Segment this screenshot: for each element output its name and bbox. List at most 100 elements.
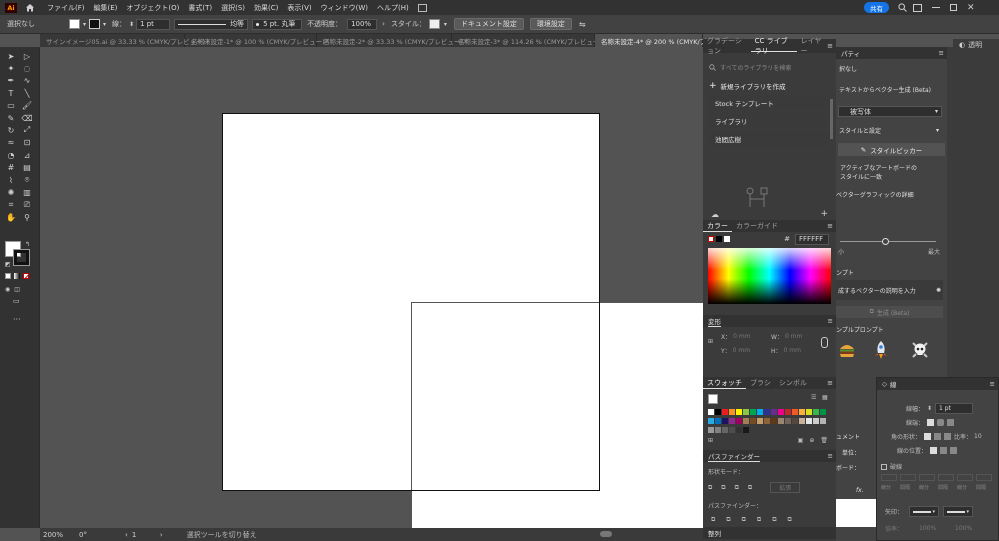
symbol-sprayer-tool-icon[interactable]: ✺ [6, 187, 16, 197]
brush-definition[interactable]: 5 pt. 丸筆 [252, 18, 303, 30]
exclude-icon[interactable]: ⧉ [748, 484, 752, 492]
color-swatch[interactable] [708, 409, 714, 415]
create-library-button[interactable]: + 新規ライブラリを作成 [709, 81, 830, 91]
variable-width-profile[interactable]: 均等 [174, 18, 249, 30]
eyedropper-tool-icon[interactable]: ⌇ [6, 175, 16, 185]
stroke-stepper-icon[interactable]: ⬍ [129, 21, 134, 28]
butt-cap-icon[interactable] [927, 419, 935, 426]
minus-front-icon[interactable]: ⧉ [721, 484, 725, 492]
free-transform-tool-icon[interactable]: ⊡ [22, 138, 32, 148]
default-colors-icon[interactable]: ◩ [5, 261, 11, 268]
stroke-color-box[interactable] [13, 249, 30, 266]
blend-tool-icon[interactable]: ⌾ [22, 175, 32, 185]
constrain-proportions-icon[interactable] [821, 337, 828, 348]
none-swatch-icon[interactable] [708, 236, 714, 242]
slice-tool-icon[interactable]: ⎚ [22, 200, 32, 210]
rectangle-tool-icon[interactable]: ▭ [6, 101, 16, 111]
color-swatch[interactable] [736, 409, 742, 415]
color-swatch[interactable] [771, 409, 777, 415]
color-swatch[interactable] [806, 409, 812, 415]
magic-wand-tool-icon[interactable]: ✦ [6, 63, 16, 73]
tab-doc-3[interactable]: 名称未設定-2* @ 33.33 % (CMYK/プレビュー) × [317, 34, 468, 47]
detail-slider-thumb[interactable] [882, 238, 889, 245]
warp-tool-icon[interactable]: ≈ [6, 138, 16, 148]
intersect-icon[interactable]: ⧉ [735, 484, 739, 492]
sample-rocket-icon[interactable] [872, 340, 890, 360]
dash-field-3[interactable] [957, 474, 973, 481]
panel-menu-icon[interactable]: ≡ [827, 379, 833, 387]
direct-selection-tool-icon[interactable]: ▷ [22, 51, 32, 61]
opacity-arrow-icon[interactable]: › [382, 20, 385, 28]
library-search[interactable]: すべてのライブラリを検索 [709, 61, 830, 73]
tab-doc-4[interactable]: 名称未設定-3* @ 114.26 % (CMYK/プレビュー)× [452, 34, 608, 47]
menu-object[interactable]: オブジェクト(O) [126, 3, 179, 13]
color-swatch[interactable] [722, 427, 728, 433]
horizontal-scrollbar[interactable] [600, 531, 612, 537]
crop-icon[interactable]: ⧉ [757, 516, 761, 524]
artboard-prev-icon[interactable]: ‹ [125, 531, 128, 539]
panel-menu-icon[interactable]: ≡ [827, 42, 833, 50]
align-inside-icon[interactable] [940, 447, 948, 454]
tab-brushes[interactable]: ブラシ [746, 377, 775, 389]
color-swatch[interactable] [806, 418, 812, 424]
color-swatch[interactable] [757, 418, 763, 424]
end-arrowhead-select[interactable]: ▾ [943, 506, 974, 517]
none-mode-icon[interactable] [23, 273, 29, 279]
menu-file[interactable]: ファイル(F) [47, 3, 85, 13]
mesh-tool-icon[interactable]: # [6, 163, 16, 173]
share-button[interactable]: 共有 [864, 2, 889, 13]
color-swatch[interactable] [799, 418, 805, 424]
style-dropdown-icon[interactable]: ▾ [444, 21, 447, 28]
color-swatch[interactable] [813, 409, 819, 415]
color-swatch[interactable] [764, 418, 770, 424]
rotate-tool-icon[interactable]: ↻ [6, 125, 16, 135]
type-tool-icon[interactable]: T [6, 88, 16, 98]
content-type-select[interactable]: 被写体 ▾ [838, 106, 942, 117]
align-center-icon[interactable] [930, 447, 938, 454]
black-swatch-icon[interactable] [716, 236, 722, 242]
color-swatch[interactable] [708, 427, 714, 433]
color-swatch[interactable] [729, 427, 735, 433]
list-view-icon[interactable]: ☰ [811, 394, 816, 401]
new-swatch-icon[interactable]: ⊕ [809, 437, 814, 444]
color-swatch[interactable] [820, 418, 826, 424]
style-picker-button[interactable]: ✎ スタイルピッカー [838, 143, 945, 156]
fill-dropdown-icon[interactable]: ▾ [83, 21, 86, 28]
menu-edit[interactable]: 編集(E) [94, 3, 118, 13]
selection-tool-icon[interactable]: ➤ [6, 51, 16, 61]
weight-stepper-icon[interactable]: ⬍ [927, 405, 932, 412]
square-cap-icon[interactable] [947, 419, 955, 426]
style-swatch[interactable] [428, 19, 440, 29]
artboard-next-icon[interactable]: › [160, 531, 163, 539]
color-swatch[interactable] [729, 418, 735, 424]
active-fill-swatch[interactable] [708, 394, 718, 404]
delete-swatch-icon[interactable]: 🗑 [820, 437, 828, 444]
library-scrollbar[interactable] [830, 99, 833, 139]
color-swatch[interactable] [771, 418, 777, 424]
search-icon[interactable] [897, 3, 907, 13]
prompt-input[interactable]: 成するベクターの説明を入力 ✺ [836, 280, 943, 300]
eraser-tool-icon[interactable]: ⌫ [21, 113, 32, 123]
color-swatch[interactable] [792, 418, 798, 424]
tab-color[interactable]: カラー [703, 220, 732, 232]
minimize-icon[interactable] [932, 7, 940, 8]
tab-swatches[interactable]: スウォッチ [703, 377, 746, 389]
artboard-2[interactable] [411, 302, 703, 528]
limit-value[interactable]: 10 [974, 433, 982, 440]
library-item-stock[interactable]: Stock テンプレート [709, 95, 830, 110]
tab-gradient[interactable]: グラデーション [703, 37, 751, 55]
color-swatch[interactable] [715, 418, 721, 424]
gap-field-1[interactable] [900, 474, 916, 481]
color-swatch[interactable] [785, 418, 791, 424]
color-swatch[interactable] [715, 409, 721, 415]
shape-builder-tool-icon[interactable]: ◔ [6, 150, 16, 160]
white-swatch-icon[interactable] [724, 236, 730, 242]
stroke-dropdown-icon[interactable]: ▾ [103, 21, 106, 28]
reference-point-icon[interactable]: ⊞ [708, 338, 713, 345]
color-swatch[interactable] [750, 409, 756, 415]
panel-menu-icon[interactable]: ≡ [827, 222, 833, 230]
panel-menu-icon[interactable]: ≡ [828, 317, 833, 325]
menu-window[interactable]: ウィンドウ(W) [321, 3, 368, 13]
color-swatch[interactable] [764, 409, 770, 415]
opacity-input[interactable]: 100% [347, 18, 378, 30]
